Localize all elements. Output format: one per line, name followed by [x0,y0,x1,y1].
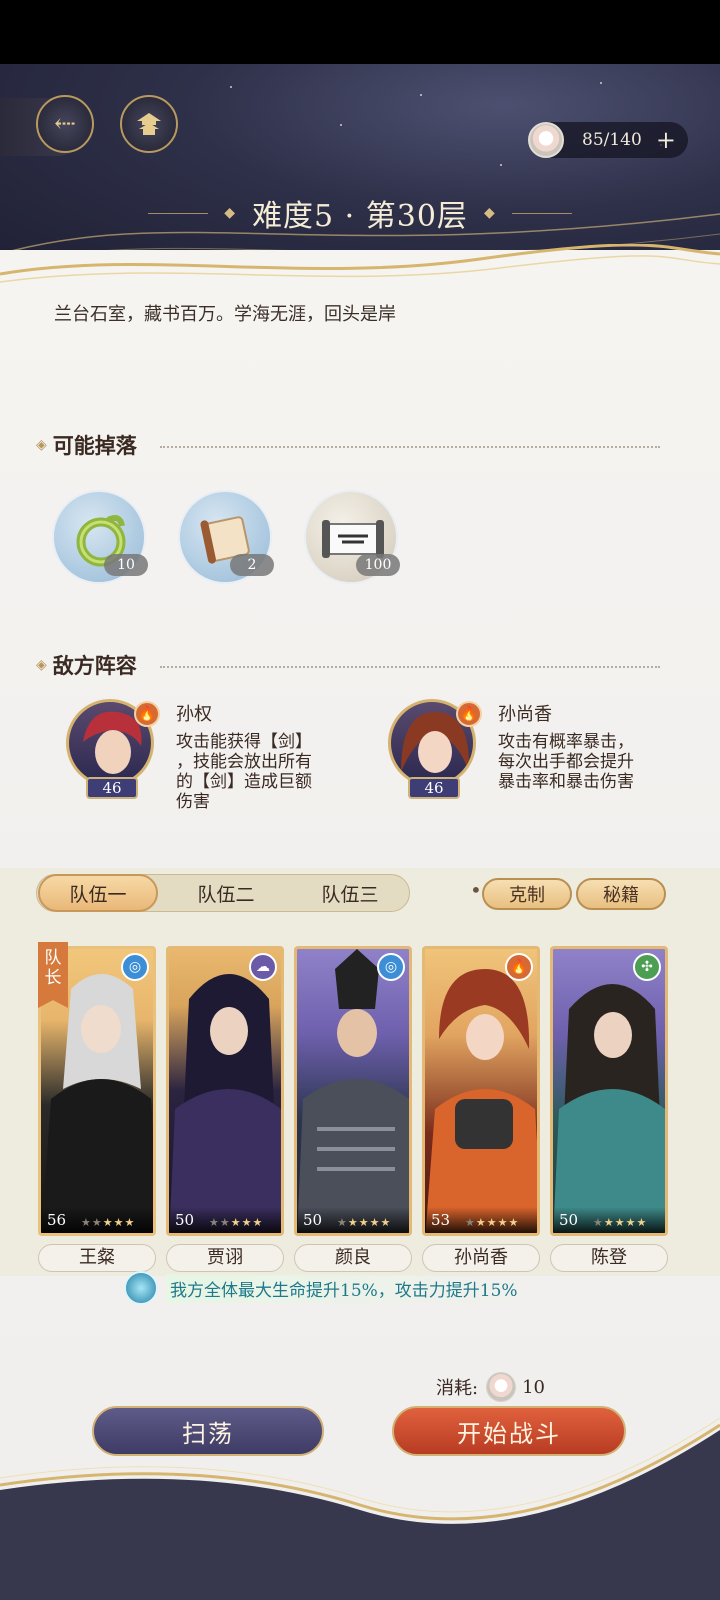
hero-card[interactable]: ◎ 50 ★★★★★ [294,946,412,1236]
hero-stars: ★★★★★ [593,1216,648,1229]
buff-icon [124,1271,158,1305]
hero-stars: ★★★★★ [337,1216,392,1229]
bottom-ornament [0,1417,720,1600]
fire-element-icon: 🔥 [505,953,533,981]
stage-description: 兰台石室，藏书百万。学海无涯，回头是岸 [54,304,396,325]
water-element-icon: ◎ [121,953,149,981]
drops-divider [160,446,660,448]
title-ornament-right: ◆ [483,205,496,221]
drops-heading: ◈ 可能掉落 [36,430,137,460]
drop-item[interactable]: 10 [52,490,148,584]
title-ornament-left: ◆ [224,205,237,221]
enemy-skill-line: ，技能会放出所有 [176,752,312,772]
stamina-counter[interactable]: 85/140 + [528,122,688,158]
noodle-bowl-icon [486,1372,517,1402]
secret-manual-button[interactable]: 秘籍 [576,878,666,910]
enemy-portrait[interactable]: 🔥 46 [382,695,482,799]
back-arrow-icon: ⇠ [54,109,76,139]
enemy-heading: ◈ 敌方阵容 [36,650,137,680]
hero-name: 颜良 [294,1244,412,1272]
cost-value: 10 [522,1376,545,1398]
drops-heading-label: 可能掉落 [52,433,137,458]
title-divider-right [511,212,572,214]
enemy-skill-line: 伤害 [176,792,210,812]
cost-row: 消耗: 10 [436,1372,545,1402]
start-battle-button[interactable]: 开始战斗 [392,1406,626,1456]
cloud-element-icon: ☁ [249,953,277,981]
drop-item[interactable]: 100 [304,490,400,584]
hero-stars: ★★★★★ [465,1216,520,1229]
drop-item[interactable]: 2 [178,490,274,584]
cost-label: 消耗: [436,1378,479,1399]
hero-figure [297,949,409,1233]
enemy-skill-description: 攻击有概率暴击， 每次出手都会提升 暴击率和暴击伤害 [498,732,670,792]
hero-name: 孙尚香 [422,1244,540,1272]
drop-count: 100 [356,554,400,576]
header-swirl-deco [0,213,720,265]
hero-name: 陈登 [550,1244,668,1272]
captain-tag: 队长 [38,942,68,1008]
stamina-value: 85/140 [582,130,642,150]
enemy-skill-line: 的【剑】造成巨额 [176,772,312,792]
enemy-skill-line: 攻击有概率暴击， [498,732,634,752]
back-button[interactable]: ⇠ [36,95,94,153]
enemy-skill-line: 暴击率和暴击伤害 [498,772,634,792]
counter-button[interactable]: 克制 [482,878,572,910]
enemy-level: 46 [86,777,138,799]
enemy-divider [160,666,660,668]
tab-team-2[interactable]: 队伍二 [166,874,286,912]
team-buff-text: 我方全体最大生命提升15%，攻击力提升15% [166,1273,530,1303]
hero-stars: ★★★★★ [209,1216,264,1229]
hero-name: 贾诩 [166,1244,284,1272]
diamond-bullet-icon: ◈ [36,437,47,453]
noodle-bowl-icon [528,122,564,158]
diamond-bullet-icon: ◈ [36,657,47,673]
enemy-skill-line: 攻击能获得【剑】 [176,732,312,752]
enemy-skill-line: 每次出手都会提升 [498,752,634,772]
hero-figure [425,969,537,1233]
enemy-name: 孙尚香 [498,704,552,725]
hero-figure [553,984,665,1233]
stage-title-row: ◆ 难度5 · 第30层 ◆ [0,188,720,238]
hero-card[interactable]: ☁ 50 ★★★★★ [166,946,284,1236]
header-sky [0,64,720,274]
team-buff: 我方全体最大生命提升15%，攻击力提升15% [124,1271,530,1305]
enemy-name: 孙权 [176,704,212,725]
hero-stars: ★★★★★ [81,1216,136,1229]
fire-element-icon: 🔥 [134,701,160,727]
enemy-portrait[interactable]: 🔥 46 [60,695,160,799]
add-stamina-button[interactable]: + [656,128,676,152]
status-bar [0,0,720,64]
tab-team-1[interactable]: 队伍一 [38,874,158,912]
sweep-button[interactable]: 扫荡 [92,1406,324,1456]
wind-element-icon: ✣ [633,953,661,981]
stage-title: 难度5 · 第30层 [252,199,468,234]
water-element-icon: ◎ [377,953,405,981]
drop-count: 10 [104,554,148,576]
hero-name: 王粲 [38,1244,156,1272]
hero-card[interactable]: 🔥 53 ★★★★★ [422,946,540,1236]
fire-element-icon: 🔥 [456,701,482,727]
tab-team-3[interactable]: 队伍三 [290,874,410,912]
hero-card[interactable]: ✣ 50 ★★★★★ [550,946,668,1236]
pagoda-icon [137,113,161,135]
hero-figure [169,974,281,1233]
enemy-level: 46 [408,777,460,799]
title-divider-left [148,212,209,214]
home-button[interactable] [120,95,178,153]
drop-count: 2 [230,554,274,576]
enemy-heading-label: 敌方阵容 [52,653,137,678]
panel-gold-wave-deco [0,244,720,283]
enemy-skill-description: 攻击能获得【剑】 ，技能会放出所有 的【剑】造成巨额 伤害 [176,732,348,812]
